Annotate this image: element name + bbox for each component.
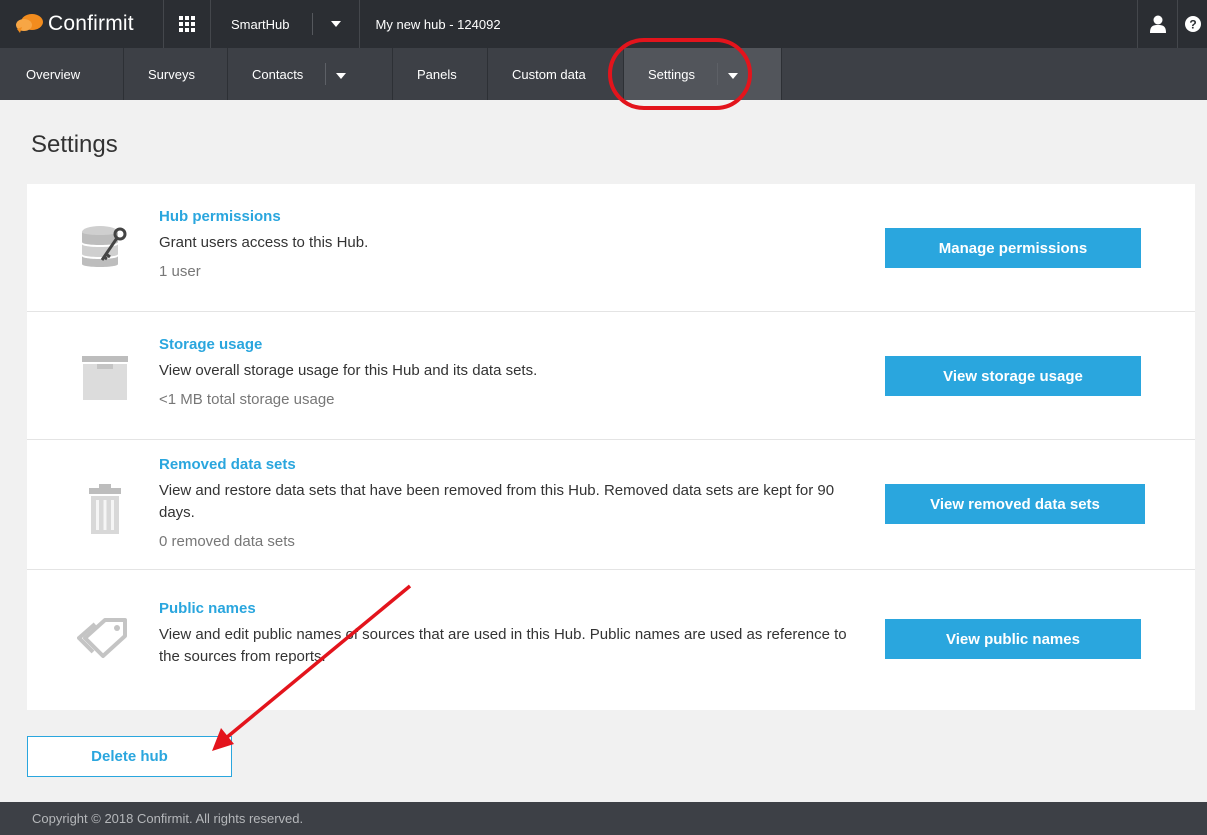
- section-description: View and restore data sets that have bee…: [159, 482, 835, 521]
- tab-contacts[interactable]: Contacts: [228, 48, 393, 100]
- separator: [325, 63, 327, 85]
- apps-grid-icon[interactable]: [163, 0, 211, 48]
- app-switcher[interactable]: SmartHub: [211, 0, 360, 48]
- main-nav: Overview Surveys Contacts Panels Custom …: [0, 48, 1207, 100]
- settings-row-removed-data-sets: Removed data sets View and restore data …: [27, 440, 1195, 570]
- hub-title: My new hub - 124092: [375, 16, 501, 32]
- chevron-down-icon[interactable]: [313, 21, 359, 27]
- user-icon[interactable]: [1137, 0, 1177, 48]
- section-meta: <1 MB total storage usage: [159, 391, 335, 408]
- section-meta: 1 user: [159, 263, 201, 280]
- settings-row-hub-permissions: Hub permissions Grant users access to th…: [27, 184, 1195, 312]
- view-storage-usage-button[interactable]: View storage usage: [885, 356, 1141, 396]
- settings-row-public-names: Public names View and edit public names …: [27, 570, 1195, 710]
- view-removed-data-sets-button[interactable]: View removed data sets: [885, 484, 1145, 524]
- manage-permissions-button[interactable]: Manage permissions: [885, 228, 1141, 268]
- settings-row-storage-usage: Storage usage View overall storage usage…: [27, 312, 1195, 440]
- section-description: View and edit public names of sources th…: [159, 626, 847, 665]
- section-title: Storage usage: [159, 336, 263, 353]
- tab-label: Contacts: [252, 66, 304, 82]
- tags-icon: [77, 608, 133, 668]
- view-public-names-button[interactable]: View public names: [885, 619, 1141, 659]
- brand-logo-link[interactable]: Confirmit: [0, 0, 163, 48]
- tab-custom-data[interactable]: Custom data: [488, 48, 624, 100]
- top-bar: Confirmit SmartHub My new hub - 124092 ?: [0, 0, 1207, 48]
- page-title: Settings: [31, 131, 118, 158]
- tab-panels[interactable]: Panels: [393, 48, 488, 100]
- svg-text:?: ?: [1189, 18, 1196, 32]
- section-title: Public names: [159, 600, 256, 617]
- brand-name: Confirmit: [48, 12, 134, 35]
- tab-label: Surveys: [148, 66, 195, 82]
- trash-icon: [77, 480, 133, 540]
- app-switcher-label: SmartHub: [231, 16, 290, 32]
- settings-highlight-annotation: [608, 38, 752, 110]
- tab-surveys[interactable]: Surveys: [124, 48, 228, 100]
- database-key-icon: [77, 216, 133, 276]
- tab-overview[interactable]: Overview: [0, 48, 124, 100]
- storage-box-icon: [77, 348, 133, 408]
- section-description: Grant users access to this Hub.: [159, 234, 369, 251]
- delete-hub-button[interactable]: Delete hub: [27, 736, 232, 777]
- tab-label: Overview: [26, 66, 81, 82]
- help-icon[interactable]: ?: [1177, 0, 1207, 48]
- tab-label: Panels: [417, 66, 457, 82]
- tab-label: Custom data: [512, 66, 586, 82]
- section-description: View overall storage usage for this Hub …: [159, 362, 538, 379]
- section-title: Hub permissions: [159, 208, 281, 225]
- confirmit-logo-icon: [14, 13, 44, 35]
- footer-copyright: Copyright © 2018 Confirmit. All rights r…: [0, 802, 1207, 835]
- section-meta: 0 removed data sets: [159, 533, 295, 550]
- chevron-down-icon[interactable]: [336, 67, 347, 82]
- section-title: Removed data sets: [159, 456, 296, 473]
- settings-panel: Hub permissions Grant users access to th…: [27, 184, 1195, 710]
